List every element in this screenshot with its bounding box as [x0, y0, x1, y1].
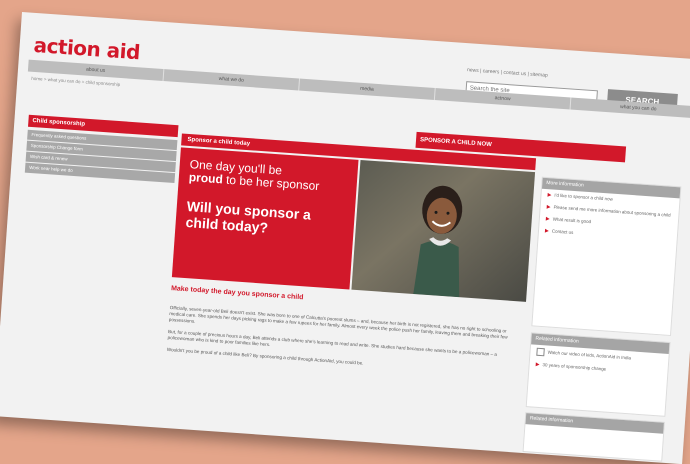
more-information-box: More information ▶ I'd like to sponsor a … [531, 176, 682, 337]
main-body-text: Officially, seven-year-old Beli doesn't … [166, 305, 519, 383]
arrow-icon: ▶ [547, 192, 552, 199]
arrow-icon: ▶ [535, 361, 540, 368]
breadcrumb[interactable]: home > what you can do > child sponsorsh… [31, 76, 120, 87]
utility-links[interactable]: news | careers | contact us | sitemap [467, 67, 548, 79]
nav-item-what-we-do[interactable]: what we do [163, 69, 301, 91]
girl-illustration [413, 185, 463, 298]
video-icon [536, 347, 545, 357]
hero-banner[interactable]: One day you'll be proud to be her sponso… [171, 147, 536, 302]
webpage-screenshot: action aid news | careers | contact us |… [0, 12, 690, 464]
related-information-box: Related information Watch our video of k… [525, 332, 671, 417]
hero-question: Will you sponsor a child today? [185, 197, 312, 236]
actionaid-logo[interactable]: action aid [33, 33, 141, 64]
main-subheading: Make today the day you sponsor a child [170, 285, 304, 302]
nav-item-media[interactable]: media [299, 78, 436, 101]
arrow-icon: ▶ [544, 228, 550, 235]
child-photo [351, 159, 536, 302]
related-information-box-2: Related information [522, 412, 665, 462]
side-box-header: Related information [525, 413, 664, 434]
hero-text-panel: One day you'll be proud to be her sponso… [171, 147, 359, 290]
hero-line-2-bold: proud [188, 170, 224, 187]
arrow-icon: ▶ [546, 204, 551, 211]
arrow-icon: ▶ [545, 216, 550, 223]
left-nav: Frequently asked questions Sponsorship C… [24, 129, 178, 184]
